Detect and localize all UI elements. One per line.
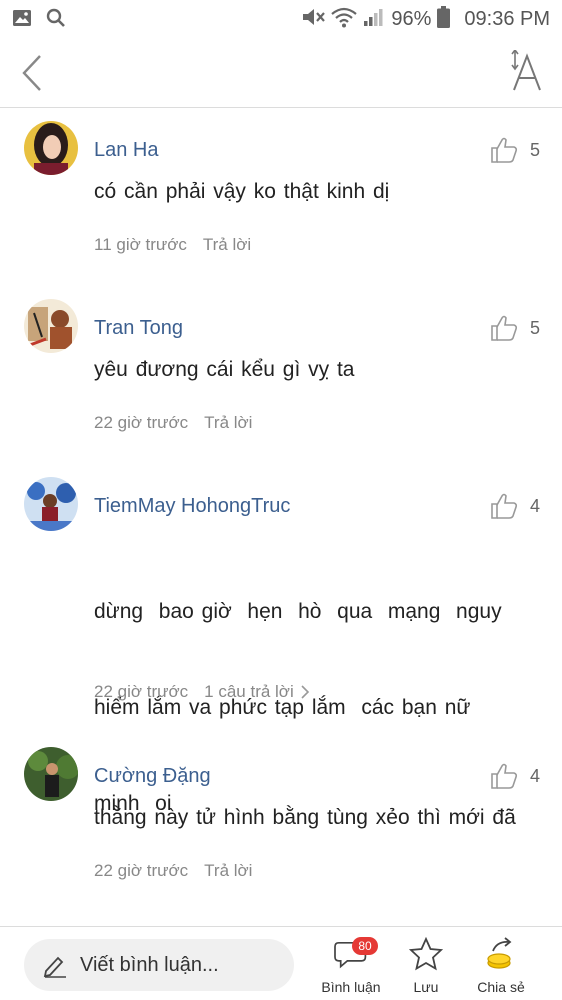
like-count: 5: [529, 317, 540, 338]
view-replies-link[interactable]: 1 câu trả lời: [204, 682, 310, 702]
comments-count-badge: 80: [352, 937, 378, 955]
comments-button[interactable]: 80 Bình luận: [316, 935, 386, 997]
battery-percent: 96%: [391, 8, 432, 30]
thumbs-up-icon: [491, 493, 518, 519]
wifi-icon: [331, 6, 358, 33]
comment-item: Tran Tong 5 yêu đương cái kểu gì vỵ ta 2…: [0, 286, 562, 464]
app-header: [0, 38, 562, 108]
back-button[interactable]: [16, 52, 52, 94]
signal-icon: [363, 6, 385, 33]
chevron-right-icon: [301, 685, 309, 699]
comment-meta: 22 giờ trước Trả lời: [94, 413, 252, 433]
font-size-icon: [511, 48, 541, 91]
like-count: 4: [529, 765, 540, 786]
reply-link[interactable]: Trả lời: [203, 235, 251, 255]
status-bar: 96% 09:36 PM: [0, 0, 562, 38]
save-label: Lưu: [413, 979, 439, 995]
like-button[interactable]: 4: [490, 762, 540, 790]
like-button[interactable]: 5: [490, 314, 540, 342]
thumbs-up-icon: [491, 763, 518, 789]
comment-meta: 11 giờ trước Trả lời: [94, 235, 251, 255]
bottom-bar: Viết bình luận... 80 Bình luận Lưu Chia …: [0, 926, 562, 1000]
reply-link[interactable]: Trả lời: [204, 861, 252, 881]
avatar[interactable]: [24, 747, 78, 801]
comment-text: thằng này tử hình bằng tùng xẻo thì mới …: [94, 806, 516, 829]
comments-label: Bình luận: [321, 979, 381, 995]
search-icon: [46, 8, 66, 33]
comment-list[interactable]: Lan Ha 5 có cần phải vậy ko thật kinh dị…: [0, 108, 562, 926]
comment-text: yêu đương cái kểu gì vỵ ta: [94, 358, 355, 381]
reply-link[interactable]: Trả lời: [204, 413, 252, 433]
save-button[interactable]: Lưu: [391, 935, 461, 997]
comment-meta: 22 giờ trước 1 câu trả lời: [94, 682, 310, 702]
avatar[interactable]: [24, 299, 78, 353]
pencil-icon: [43, 956, 66, 978]
like-count: 5: [529, 139, 540, 160]
timestamp: 22 giờ trước: [94, 861, 189, 880]
avatar[interactable]: [24, 121, 78, 175]
comment-item: Lan Ha 5 có cần phải vậy ko thật kinh dị…: [0, 108, 562, 286]
clock: 09:36 PM: [464, 8, 550, 30]
like-count: 4: [529, 495, 540, 516]
timestamp: 11 giờ trước: [94, 235, 187, 254]
write-comment-input[interactable]: Viết bình luận...: [24, 939, 294, 991]
timestamp: 22 giờ trước: [94, 413, 189, 432]
chevron-left-icon: [22, 55, 41, 91]
share-button[interactable]: Chia sẻ: [466, 935, 536, 997]
username[interactable]: Cường Đặng: [94, 765, 211, 788]
comment-item: Cường Đặng 4 thằng này tử hình bằng tùng…: [0, 734, 562, 926]
like-button[interactable]: 4: [490, 492, 540, 520]
thumbs-up-icon: [491, 315, 518, 341]
like-button[interactable]: 5: [490, 136, 540, 164]
timestamp: 22 giờ trước: [94, 682, 189, 701]
share-label: Chia sẻ: [477, 979, 525, 995]
share-coin-icon: [487, 937, 512, 969]
replies-count: 1 câu trả lời: [204, 682, 294, 701]
username[interactable]: TiemMay HohongTruc: [94, 495, 290, 518]
image-icon: [12, 8, 32, 33]
comment-text: có cần phải vậy ko thật kinh dị: [94, 180, 390, 203]
write-comment-placeholder: Viết bình luận...: [80, 953, 219, 976]
username[interactable]: Lan Ha: [94, 139, 159, 162]
star-icon: [408, 936, 444, 971]
thumbs-up-icon: [491, 137, 518, 163]
battery-icon: [437, 6, 451, 33]
comment-text-line: dừng bao giờ hẹn hò qua mạng nguy: [94, 600, 502, 623]
username[interactable]: Tran Tong: [94, 317, 183, 340]
comment-meta: 22 giờ trước Trả lời: [94, 861, 252, 881]
avatar[interactable]: [24, 477, 78, 531]
mute-icon: [301, 6, 326, 33]
font-size-button[interactable]: [508, 48, 542, 94]
